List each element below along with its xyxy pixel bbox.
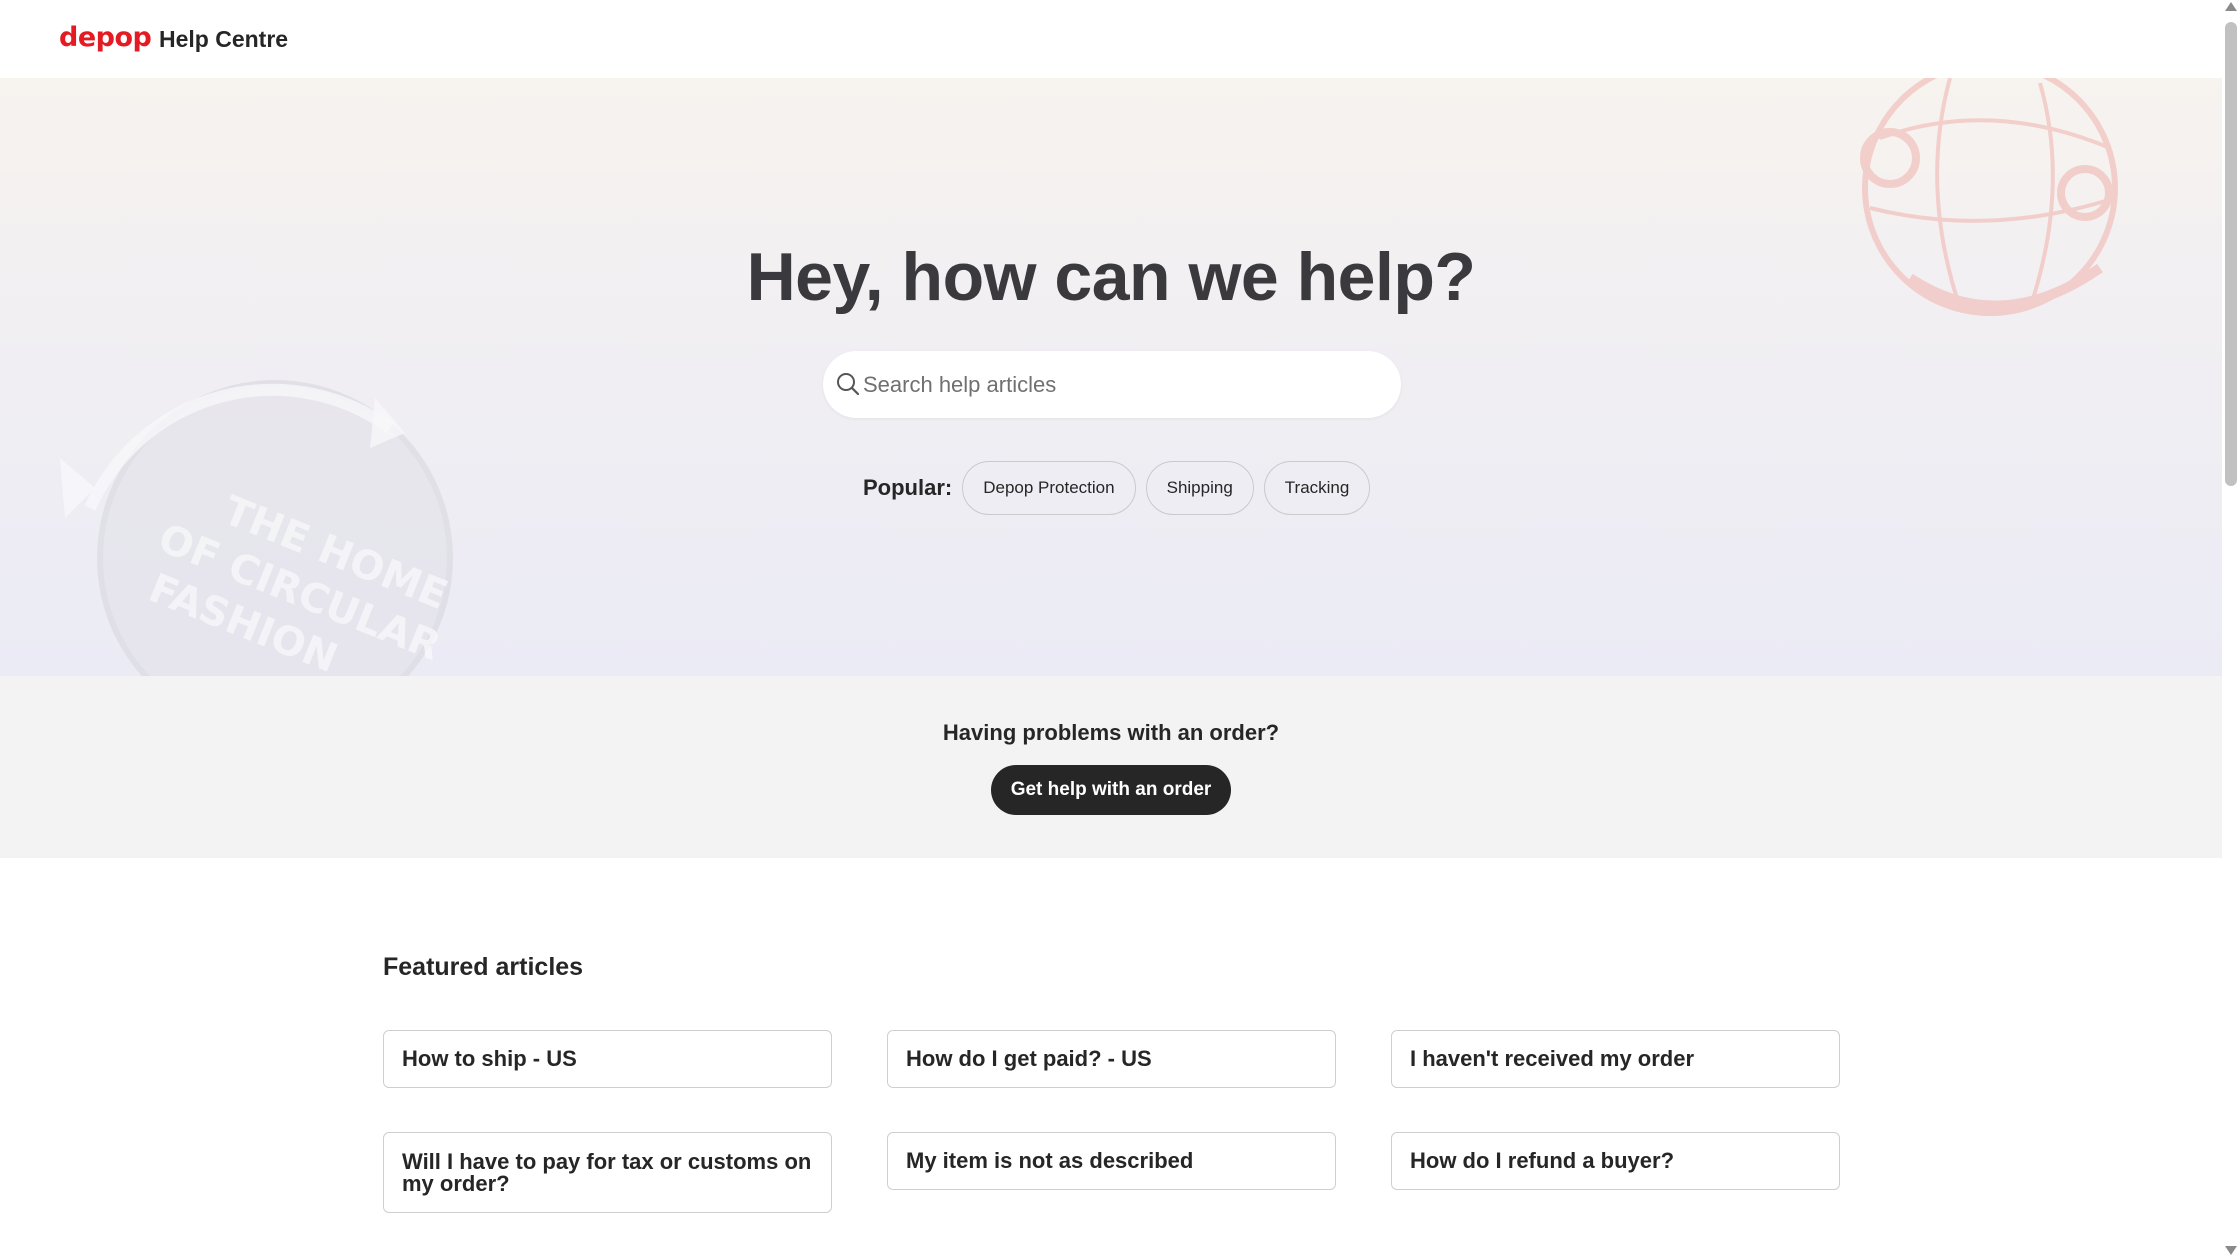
hero-heading: Hey, how can we help? — [746, 239, 1476, 315]
search-icon — [837, 373, 860, 396]
article-card-tax-customs[interactable]: Will I have to pay for tax or customs on… — [383, 1132, 832, 1213]
order-help-question: Having problems with an order? — [942, 720, 1280, 745]
article-card-order-not-received[interactable]: I haven't received my order — [1391, 1030, 1840, 1088]
get-help-with-order-button[interactable]: Get help with an order — [991, 765, 1231, 815]
circular-fashion-globe-graphic: THE HOME OF CIRCULAR FASHION — [60, 380, 454, 676]
scroll-down-arrow-icon[interactable] — [2225, 1246, 2237, 1255]
article-card-item-not-as-described[interactable]: My item is not as described — [887, 1132, 1336, 1190]
search-input[interactable] — [863, 351, 1383, 418]
featured-articles-heading: Featured articles — [383, 953, 584, 981]
help-centre-page: depop Help Centre THE HOME OF CIRCULAR F… — [0, 0, 2240, 1260]
popular-searches: Popular: Depop Protection Shipping Track… — [863, 461, 1380, 515]
page-scrollbar[interactable] — [2222, 0, 2240, 1260]
site-header: depop Help Centre — [0, 0, 2222, 78]
popular-label: Popular: — [863, 475, 953, 500]
popular-chip-tracking[interactable]: Tracking — [1263, 461, 1371, 515]
help-centre-link[interactable]: Help Centre — [159, 26, 288, 53]
scroll-up-arrow-icon[interactable] — [2225, 2, 2237, 11]
popular-chip-depop-protection[interactable]: Depop Protection — [962, 461, 1136, 515]
depop-logo[interactable]: depop — [59, 22, 152, 53]
article-card-how-to-ship[interactable]: How to ship - US — [383, 1030, 832, 1088]
popular-chip-shipping[interactable]: Shipping — [1145, 461, 1254, 515]
scrollbar-thumb[interactable] — [2225, 22, 2237, 486]
article-card-how-do-i-get-paid[interactable]: How do I get paid? - US — [887, 1030, 1336, 1088]
article-card-refund-buyer[interactable]: How do I refund a buyer? — [1391, 1132, 1840, 1190]
hero-section: THE HOME OF CIRCULAR FASHION Hey, how ca… — [0, 78, 2222, 676]
search-box[interactable] — [823, 351, 1401, 418]
